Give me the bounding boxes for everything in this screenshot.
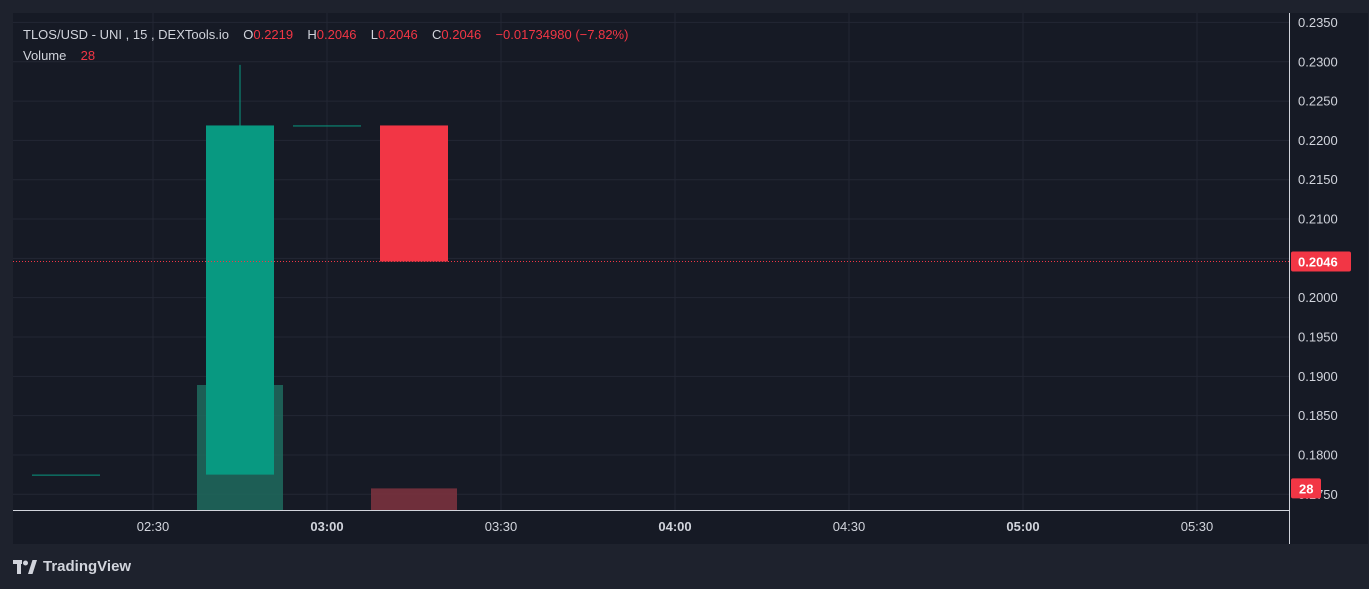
- legend-high-value: 0.2046: [316, 27, 357, 42]
- y-tick-label: 0.1950: [1298, 329, 1338, 344]
- candle-body: [380, 125, 448, 262]
- legend-symbol[interactable]: TLOS/USD: [23, 27, 88, 42]
- volume-bar: [371, 488, 457, 510]
- legend-interval: 15: [132, 27, 148, 42]
- legend-exchange: UNI: [99, 27, 122, 42]
- legend-source: DEXTools.io: [158, 27, 229, 42]
- x-tick-label: 04:00: [658, 519, 691, 534]
- y-tick-label: 0.2100: [1298, 212, 1338, 227]
- y-tick-label: 0.2000: [1298, 290, 1338, 305]
- x-tick-label: 02:30: [137, 519, 170, 534]
- legend-close-label: C: [432, 27, 442, 42]
- y-tick-label: 0.1850: [1298, 408, 1338, 423]
- chart-panel[interactable]: 0.17500.18000.18500.19000.19500.20000.20…: [13, 13, 1368, 544]
- x-tick-label: 03:30: [485, 519, 518, 534]
- x-tick-label: 05:00: [1006, 519, 1039, 534]
- legend-volume-value: 28: [80, 48, 96, 63]
- candle-body: [206, 125, 274, 475]
- tradingview-wordmark: TradingView: [43, 558, 132, 575]
- x-tick-label: 04:30: [833, 519, 866, 534]
- chart-legend: TLOS/USD - UNI , 15 , DEXTools.io O0.221…: [23, 24, 628, 66]
- y-tick-label: 0.2150: [1298, 172, 1338, 187]
- legend-open-label: O: [243, 27, 254, 42]
- legend-volume-row: Volume 28: [23, 45, 628, 66]
- legend-open-value: 0.2219: [253, 27, 294, 42]
- last-price-label: 0.2046: [1298, 255, 1338, 270]
- legend-volume-label[interactable]: Volume: [23, 48, 66, 63]
- y-tick-label: 0.2350: [1298, 15, 1338, 30]
- legend-title-row: TLOS/USD - UNI , 15 , DEXTools.io O0.221…: [23, 27, 629, 42]
- legend-close-value: 0.2046: [441, 27, 482, 42]
- candlestick-chart[interactable]: 0.17500.18000.18500.19000.19500.20000.20…: [13, 13, 1368, 544]
- y-tick-label: 0.2300: [1298, 54, 1338, 69]
- y-tick-label: 0.1800: [1298, 447, 1338, 462]
- candle-body: [293, 125, 361, 127]
- tradingview-logo-icon: [13, 559, 37, 574]
- legend-low-label: L: [370, 27, 379, 42]
- x-tick-label: 03:00: [310, 519, 343, 534]
- y-tick-label: 0.1900: [1298, 369, 1338, 384]
- y-tick-label: 0.2200: [1298, 133, 1338, 148]
- y-tick-label: 0.2250: [1298, 94, 1338, 109]
- x-tick-label: 05:30: [1181, 519, 1214, 534]
- last-volume-label: 28: [1299, 481, 1313, 496]
- legend-low-value: 0.2046: [378, 27, 418, 42]
- tradingview-branding[interactable]: TradingView: [13, 558, 131, 575]
- candle-body: [32, 474, 100, 476]
- legend-high-label: H: [307, 27, 317, 42]
- legend-change: −0.01734980 (−7.82%): [495, 27, 629, 42]
